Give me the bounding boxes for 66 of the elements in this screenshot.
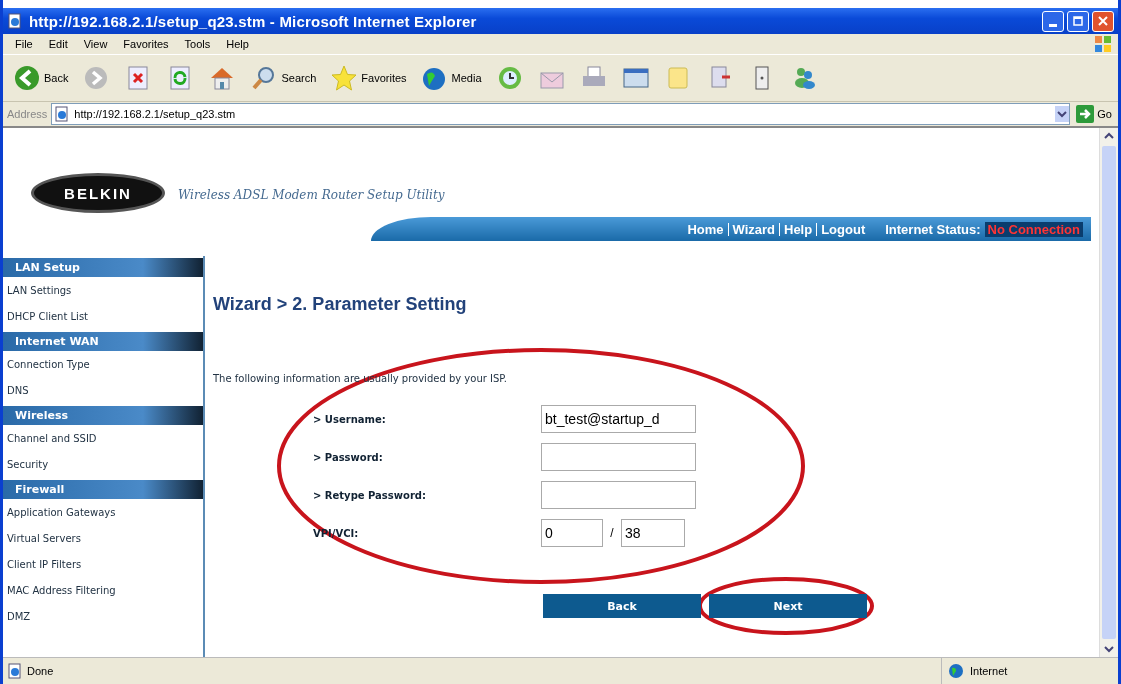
input-field[interactable]: bt_test@startup_d — [541, 405, 696, 433]
page-icon — [7, 663, 23, 679]
arrow-icon — [1076, 105, 1095, 123]
back-button[interactable]: Back — [543, 594, 701, 618]
sidebar-link[interactable]: Channel and SSID — [3, 425, 203, 451]
close-icon — [1098, 16, 1108, 26]
toolbar-button[interactable]: Search — [246, 64, 321, 92]
field-label: > Retype Password: — [313, 489, 427, 501]
dropdown-icon[interactable] — [1055, 106, 1070, 122]
nav-link[interactable]: Help — [779, 222, 817, 236]
status-label: Internet Status: — [885, 221, 981, 237]
sidebar-heading: Wireless — [3, 406, 203, 425]
field-label: > Username: — [313, 413, 387, 425]
input-field[interactable] — [541, 443, 696, 471]
page-icon — [7, 13, 23, 29]
maximize-icon — [1073, 16, 1083, 26]
nav-link[interactable]: Home — [683, 222, 728, 236]
input-field[interactable] — [541, 481, 696, 509]
sidebar-link[interactable]: DMZ — [3, 603, 203, 629]
menu-item[interactable]: Favorites — [115, 38, 177, 50]
next-button[interactable]: Next — [709, 594, 867, 618]
tagline: Wireless ADSL Modem Router Setup Utility — [178, 188, 445, 202]
sidebar-heading: LAN Setup — [3, 258, 203, 277]
menu-item[interactable]: Edit — [40, 38, 76, 50]
sidebar-heading: Firewall — [3, 480, 203, 499]
toolbar-button[interactable]: Back — [9, 64, 73, 92]
separator-text: / — [609, 526, 615, 540]
toolbar-button[interactable]: Media — [416, 64, 486, 92]
minimize-icon — [1049, 23, 1057, 27]
zone-text: Internet — [970, 665, 1008, 677]
menu-item[interactable]: Tools — [176, 38, 219, 50]
menu-item[interactable]: File — [7, 38, 41, 50]
nav-link[interactable]: Logout — [816, 222, 870, 236]
page-heading: Wizard > 2. Parameter Setting — [213, 294, 468, 315]
logo: BELKIN — [31, 173, 165, 213]
menu-item[interactable]: View — [75, 38, 116, 50]
window-title: http://192.168.2.1/setup_q23.stm - Microsoft Internet Explorer — [29, 12, 477, 30]
input-field[interactable]: 38 — [621, 519, 685, 547]
sidebar-heading: Internet WAN — [3, 332, 203, 351]
page-icon — [54, 106, 71, 122]
input-field[interactable]: 0 — [541, 519, 603, 547]
star-icon — [330, 64, 359, 92]
windows-flag-icon — [1092, 34, 1114, 54]
status-text: Done — [27, 665, 55, 677]
status-value: No Connection — [984, 221, 1083, 237]
sidebar-link[interactable]: Security — [3, 451, 203, 477]
sidebar-link[interactable]: Connection Type — [3, 351, 203, 377]
sidebar-link[interactable]: LAN Settings — [3, 277, 203, 303]
globe-icon — [948, 663, 964, 679]
field-label: > Password: — [313, 451, 384, 463]
sidebar-link[interactable]: Client IP Filters — [3, 551, 203, 577]
minimize-button[interactable] — [1042, 10, 1064, 32]
go-button[interactable]: Go — [1074, 105, 1114, 123]
address-label: Address — [7, 108, 48, 120]
sidebar-link[interactable]: Virtual Servers — [3, 525, 203, 551]
scrollbar[interactable] — [1099, 128, 1118, 657]
sidebar-link[interactable]: Application Gateways — [3, 499, 203, 525]
toolbar-button[interactable]: Favorites — [326, 64, 411, 92]
address-field[interactable]: http://192.168.2.1/setup_q23.stm — [51, 103, 1071, 125]
close-button[interactable] — [1092, 10, 1114, 32]
sidebar-link[interactable]: DHCP Client List — [3, 303, 203, 329]
maximize-button[interactable] — [1067, 10, 1089, 32]
nav-link[interactable]: Wizard — [727, 222, 779, 236]
menu-item[interactable]: Help — [218, 38, 257, 50]
sidebar-link[interactable]: MAC Address Filtering — [3, 577, 203, 603]
sidebar-link[interactable]: DNS — [3, 377, 203, 403]
